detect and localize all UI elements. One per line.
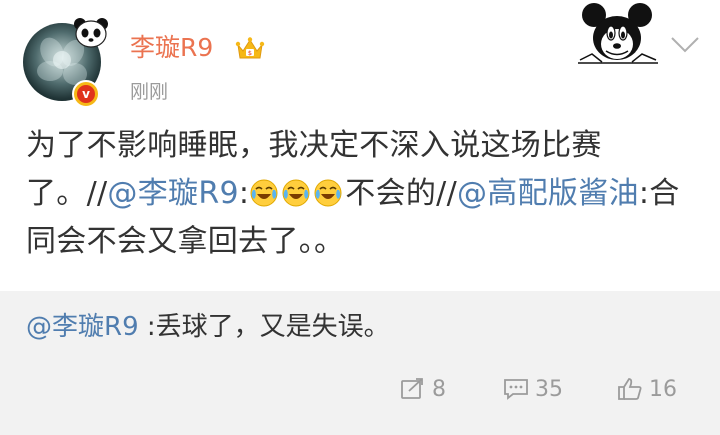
like-count: 16 xyxy=(649,376,677,402)
comment-icon xyxy=(504,379,528,400)
mention-link[interactable]: @李璇R9 xyxy=(26,312,139,342)
like-icon xyxy=(618,378,642,400)
repost-icon xyxy=(401,378,423,399)
like-button[interactable]: 16 xyxy=(617,374,677,404)
laugh-cry-emoji-icon xyxy=(282,179,310,207)
timestamp: 刚刚 xyxy=(130,81,169,103)
content-text: : xyxy=(238,176,250,211)
crown-icon[interactable]: $ xyxy=(235,36,265,62)
panda-icon xyxy=(74,18,108,48)
verified-badge-icon: v xyxy=(72,80,100,108)
svg-text:$: $ xyxy=(248,49,252,57)
retweet-box[interactable]: @李璇R9 :丢球了，又是失误。 8 35 16 xyxy=(0,291,720,435)
repost-button[interactable]: 8 xyxy=(400,374,446,404)
mickey-mouse-icon xyxy=(578,3,658,64)
mention-link[interactable]: @高配版酱油 xyxy=(457,176,639,211)
weibo-post-card: v 李璇R9 $ 刚刚 为了不影响睡眠，我决定不深入说这场比赛了。//@李璇R9… xyxy=(0,0,720,435)
chevron-down-icon[interactable] xyxy=(670,36,700,54)
content-text: 不会的// xyxy=(345,176,457,211)
laugh-cry-emoji-icon xyxy=(250,179,278,207)
post-content: 为了不影响睡眠，我决定不深入说这场比赛了。//@李璇R9: 不会的//@高配版酱油… xyxy=(26,122,696,266)
comment-count: 35 xyxy=(535,376,563,402)
retweet-content: :丢球了，又是失误。 xyxy=(138,312,390,342)
mention-link[interactable]: @李璇R9 xyxy=(107,176,238,211)
retweet-text: @李璇R9 :丢球了，又是失误。 xyxy=(26,309,390,345)
repost-count: 8 xyxy=(432,376,446,402)
comment-button[interactable]: 35 xyxy=(503,374,563,404)
laugh-cry-emoji-icon xyxy=(314,179,342,207)
username[interactable]: 李璇R9 xyxy=(130,31,213,65)
